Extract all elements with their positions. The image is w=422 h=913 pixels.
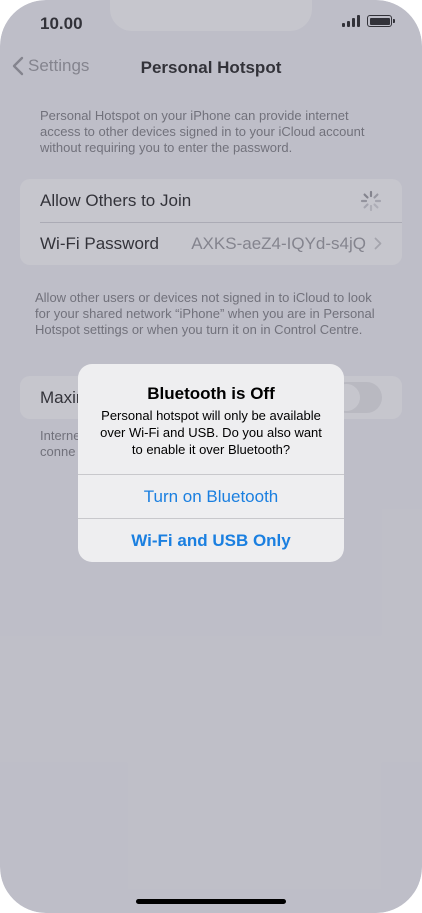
- home-indicator[interactable]: [136, 899, 286, 904]
- bluetooth-alert-dialog: Bluetooth is Off Personal hotspot will o…: [78, 364, 344, 562]
- alert-message: Personal hotspot will only be available …: [100, 408, 322, 457]
- phone-screen: 10.00 Settings Personal Hotspot Personal…: [0, 0, 422, 913]
- wifi-usb-only-button[interactable]: Wi-Fi and USB Only: [78, 518, 344, 562]
- alert-title: Bluetooth is Off: [147, 384, 275, 403]
- turn-on-bluetooth-button[interactable]: Turn on Bluetooth: [78, 474, 344, 518]
